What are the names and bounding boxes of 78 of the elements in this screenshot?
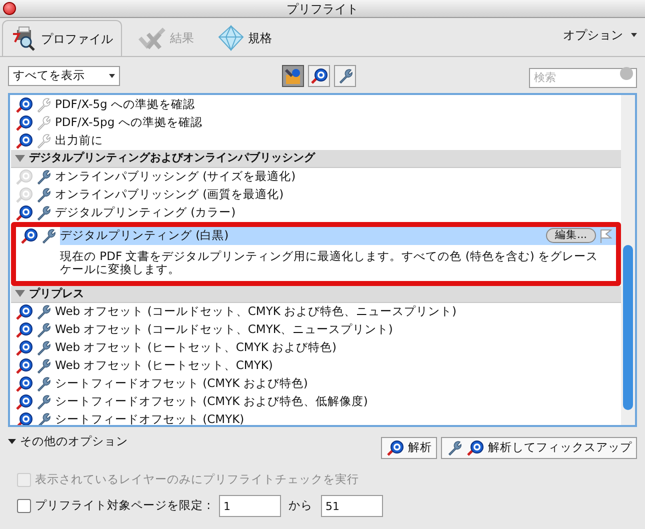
- wrench-icon: [35, 340, 51, 356]
- analyze-icon: [15, 376, 33, 392]
- edit-button[interactable]: 編集...: [546, 228, 596, 243]
- analyze-icon: [15, 133, 33, 149]
- analyze-icon: [15, 322, 33, 338]
- analyze-icon: [466, 440, 484, 456]
- filter-button[interactable]: [308, 65, 330, 87]
- group-header[interactable]: プリプレス: [11, 286, 621, 303]
- filter-button[interactable]: [334, 65, 356, 87]
- wrench-icon: [35, 358, 51, 374]
- analyze-icon: [15, 115, 33, 131]
- down-triangle-icon: [8, 439, 16, 444]
- wrench-icon: [35, 186, 51, 202]
- profile-item[interactable]: オンラインパブリッシング (画質を最適化): [55, 186, 621, 204]
- analyze-icon: [15, 394, 33, 410]
- profile-item[interactable]: シートフィードオフセット (CMYK および特色、低解像度): [55, 393, 621, 411]
- printer-magnifier-icon: [11, 26, 37, 52]
- analyze-icon: [15, 304, 33, 320]
- caret-icon: [109, 74, 115, 78]
- analyze-icon: [15, 186, 33, 202]
- checkbox-label: 表示されているレイヤーのみにプリフライトチェックを実行: [35, 471, 359, 488]
- wrench-icon: [35, 97, 51, 113]
- wrench-icon: [35, 322, 51, 338]
- analyze-icon: [15, 340, 33, 356]
- search-field[interactable]: 検索: [529, 68, 637, 88]
- analyze-icon: [15, 204, 33, 220]
- profile-item[interactable]: PDF/X-5g への準拠を確認: [55, 96, 621, 114]
- check-cross-icon: [138, 26, 166, 50]
- close-button[interactable]: [3, 2, 16, 15]
- collapse-triangle-icon: [15, 154, 25, 162]
- window-title: プリフライト: [286, 0, 358, 18]
- wrench-icon: [337, 68, 353, 84]
- action-button[interactable]: 解析: [381, 437, 437, 459]
- checkbox[interactable]: [17, 499, 31, 513]
- scrollbar[interactable]: [621, 95, 635, 425]
- wrench-icon: [35, 204, 51, 220]
- wrench-icon: [35, 376, 51, 392]
- profile-item[interactable]: シートフィードオフセット (CMYK): [55, 411, 621, 425]
- analyze-icon: [15, 97, 33, 113]
- wrench-icon: [40, 228, 56, 244]
- wrench-icon: [35, 115, 51, 131]
- wrench-icon: [35, 304, 51, 320]
- tab[interactable]: 規格: [210, 20, 280, 56]
- more-options-toggle[interactable]: その他のオプション: [8, 433, 128, 450]
- wrench-icon: [35, 394, 51, 410]
- profile-item[interactable]: Web オフセット (コールドセット、CMYK および特色、ニュースプリント): [55, 303, 621, 321]
- analyze-icon: [310, 68, 328, 84]
- group-header[interactable]: デジタルプリンティングおよびオンラインパブリッシング: [11, 150, 621, 168]
- profile-item[interactable]: シートフィードオフセット (CMYK および特色): [55, 375, 621, 393]
- wrench-icon: [446, 440, 462, 456]
- flag-icon: [600, 228, 612, 242]
- wrench-icon: [35, 168, 51, 184]
- analyze-icon: [386, 440, 404, 456]
- collapse-triangle-icon: [15, 290, 25, 298]
- profile-item[interactable]: デジタルプリンティング (白黒) 編集...: [60, 226, 616, 244]
- filter-dropdown[interactable]: すべてを表示: [8, 66, 120, 86]
- profile-description: 現在の PDF 文書をデジタルプリンティング用に最適化します。すべての色 (特色を含む) をグレースケールに変換します。: [60, 248, 599, 278]
- profile-item[interactable]: Web オフセット (ヒートセット、CMYK および特色): [55, 339, 621, 357]
- profile-item[interactable]: PDF/X-5pg への準拠を確認: [55, 114, 621, 132]
- tab[interactable]: プロファイル: [2, 20, 122, 56]
- wrench-icon: [35, 133, 51, 149]
- analyze-icon: [15, 358, 33, 374]
- profile-item[interactable]: Web オフセット (ヒートセット、CMYK): [55, 357, 621, 375]
- action-button[interactable]: 解析してフィックスアップ: [441, 437, 637, 459]
- range-label: から: [288, 497, 313, 514]
- analyze-icon: [15, 168, 33, 184]
- checkbox-label: プリフライト対象ページを限定 :: [35, 497, 211, 514]
- caret-icon: [631, 33, 637, 37]
- diamond-icon: [218, 25, 244, 51]
- profile-item[interactable]: デジタルプリンティング (カラー): [55, 204, 621, 222]
- page-from-field[interactable]: 1: [218, 495, 281, 517]
- profile-item[interactable]: オンラインパブリッシング (サイズを最適化): [55, 168, 621, 186]
- page-to-field[interactable]: 51: [320, 495, 383, 517]
- options-menu[interactable]: オプション: [563, 26, 637, 44]
- profile-item[interactable]: Web オフセット (コールドセット、CMYK、ニュースプリント): [55, 321, 621, 339]
- profile-item[interactable]: 出力前に: [55, 132, 621, 150]
- wrench-analyze-icon: [284, 67, 302, 85]
- analyze-icon: [20, 228, 38, 244]
